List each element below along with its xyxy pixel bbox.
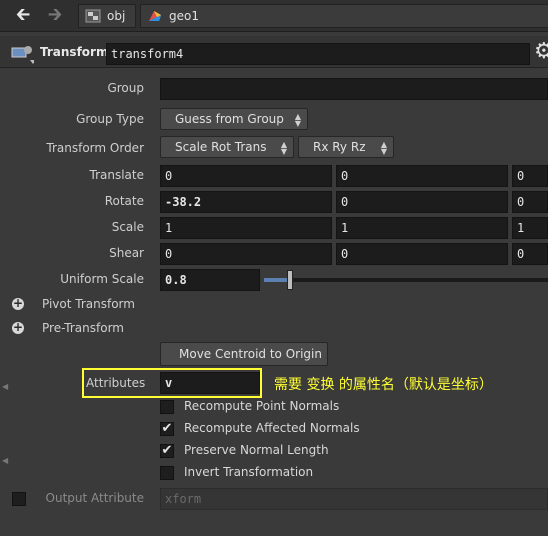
scale-y-field[interactable]: 1	[336, 217, 508, 239]
parameter-header: Transform transform4 ⚙	[0, 36, 548, 68]
uniform-scale-slider-handle[interactable]	[286, 270, 293, 290]
transform-order-dropdown[interactable]: Scale Rot Trans ▲ ▼	[160, 136, 294, 158]
transform-order-label: Transform Order	[46, 141, 144, 155]
group-type-label: Group Type	[76, 112, 144, 126]
recompute-point-normals-checkbox[interactable]	[160, 400, 174, 414]
back-arrow-icon[interactable]: 🡰	[10, 4, 36, 26]
slider-fill	[264, 278, 287, 282]
shear-label: Shear	[109, 246, 144, 260]
forward-arrow-icon[interactable]: 🡲	[42, 4, 68, 26]
output-attribute-field[interactable]: xform	[160, 488, 548, 510]
rotate-label: Rotate	[104, 194, 144, 208]
expand-plus-icon[interactable]: +	[12, 321, 24, 334]
breadcrumb-label: geo1	[169, 9, 199, 23]
translate-x-field[interactable]: 0	[160, 165, 332, 187]
uniform-scale-field[interactable]: 0.8	[160, 269, 260, 291]
pivot-transform-folder[interactable]: Pivot Transform	[42, 297, 135, 311]
shear-y-field[interactable]: 0	[336, 243, 508, 265]
scale-x-field[interactable]: 1	[160, 217, 332, 239]
breadcrumb-geo1[interactable]: geo1	[140, 4, 548, 28]
updown-arrows-icon: ▲ ▼	[280, 140, 287, 156]
collapse-handle-icon[interactable]: ◀	[2, 382, 8, 392]
rotate-y-field[interactable]: 0	[336, 191, 508, 213]
rotation-order-dropdown[interactable]: Rx Ry Rz ▲ ▼	[298, 136, 394, 158]
group-label: Group	[107, 81, 144, 95]
uniform-scale-label: Uniform Scale	[60, 272, 144, 286]
path-bar: 🡰 🡲 obj geo1	[0, 0, 548, 32]
transform-node-icon[interactable]	[10, 42, 36, 64]
rotate-x-field[interactable]: -38.2	[160, 191, 332, 213]
breadcrumb-obj[interactable]: obj	[78, 4, 136, 28]
translate-y-field[interactable]: 0	[336, 165, 508, 187]
collapse-handle-icon[interactable]: ◀	[2, 456, 8, 466]
attributes-field[interactable]: v	[160, 372, 260, 394]
group-type-dropdown[interactable]: Guess from Group ▲ ▼	[160, 108, 308, 130]
node-name-field[interactable]: transform4	[106, 43, 530, 65]
annotation-text: 需要 变换 的属性名（默认是坐标）	[274, 377, 493, 393]
recompute-affected-normals-label: Recompute Affected Normals	[184, 421, 360, 435]
rotate-z-field[interactable]: 0	[512, 191, 548, 213]
group-field[interactable]	[160, 78, 548, 100]
uniform-scale-slider-track[interactable]	[264, 278, 548, 282]
move-centroid-button[interactable]: Move Centroid to Origin	[160, 342, 328, 366]
geo-node-icon	[147, 9, 163, 23]
breadcrumb-label: obj	[107, 9, 126, 23]
dropdown-value: Rx Ry Rz	[313, 140, 366, 154]
translate-z-field[interactable]: 0	[512, 165, 548, 187]
output-attribute-label: Output Attribute	[45, 491, 144, 505]
invert-transformation-checkbox[interactable]	[160, 466, 174, 480]
preserve-normal-length-checkbox[interactable]: ✔	[160, 444, 174, 458]
checkmark-icon: ✔	[161, 421, 173, 436]
node-type-label: Transform	[40, 45, 109, 59]
shear-z-field[interactable]: 0	[512, 243, 548, 265]
attributes-label: Attributes	[86, 376, 146, 390]
scale-label: Scale	[111, 220, 144, 234]
dropdown-value: Scale Rot Trans	[175, 140, 267, 154]
obj-network-icon	[85, 9, 101, 23]
dropdown-value: Guess from Group	[175, 112, 284, 126]
updown-arrows-icon: ▲ ▼	[294, 112, 301, 128]
recompute-point-normals-label: Recompute Point Normals	[184, 399, 340, 413]
translate-label: Translate	[89, 168, 145, 182]
updown-arrows-icon: ▲ ▼	[380, 140, 387, 156]
checkmark-icon: ✔	[161, 443, 173, 458]
expand-plus-icon[interactable]: +	[12, 297, 24, 310]
preserve-normal-length-label: Preserve Normal Length	[184, 443, 329, 457]
invert-transformation-label: Invert Transformation	[184, 465, 314, 479]
shear-x-field[interactable]: 0	[160, 243, 332, 265]
recompute-affected-normals-checkbox[interactable]: ✔	[160, 422, 174, 436]
pre-transform-folder[interactable]: Pre-Transform	[42, 321, 124, 335]
gear-icon[interactable]: ⚙	[534, 40, 548, 64]
scale-z-field[interactable]: 1	[512, 217, 548, 239]
